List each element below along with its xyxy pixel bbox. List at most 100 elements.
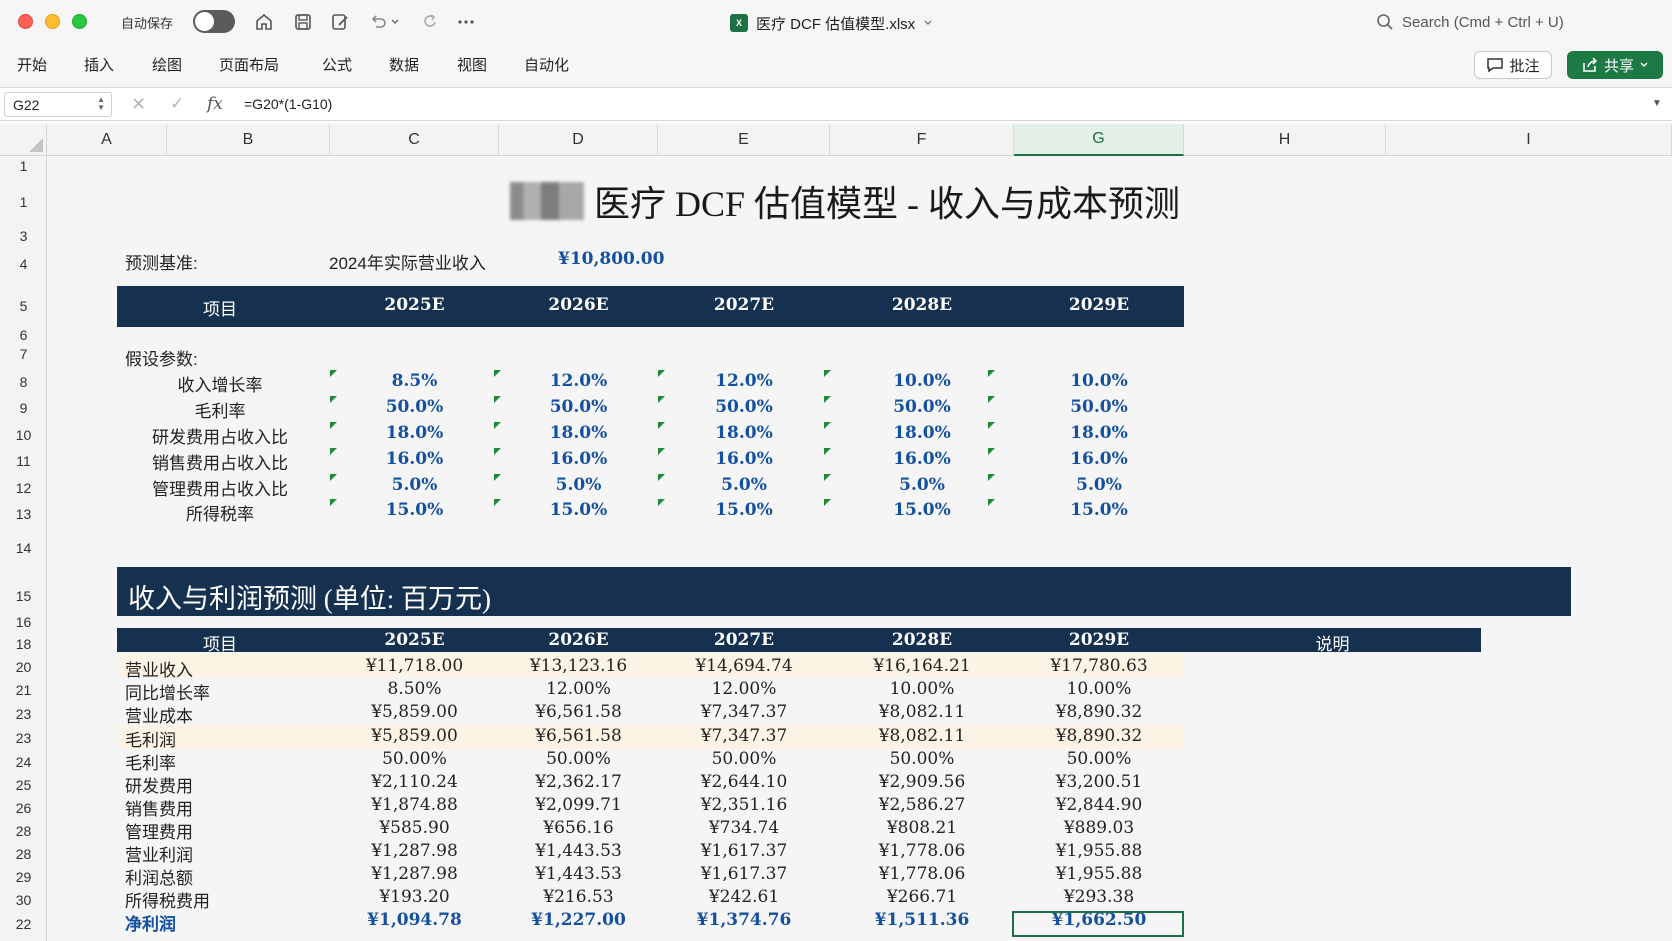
assumption-value[interactable]: 10.0% <box>830 371 1014 391</box>
forecast-cell[interactable]: 50.00% <box>499 749 658 769</box>
forecast-cell[interactable]: ¥585.90 <box>330 818 499 838</box>
forecast-cell[interactable]: ¥2,351.16 <box>658 795 830 815</box>
cancel-formula-icon[interactable]: ✕ <box>131 94 146 115</box>
undo-icon[interactable] <box>366 10 390 34</box>
row-header[interactable]: 14 <box>0 540 47 556</box>
assumption-value[interactable]: 50.0% <box>830 397 1014 417</box>
row-header[interactable]: 1 <box>0 194 47 210</box>
forecast-cell[interactable]: ¥266.71 <box>830 887 1014 907</box>
assumption-value[interactable]: 16.0% <box>1014 449 1184 469</box>
name-box[interactable]: G22 ▲ ▼ <box>4 92 112 117</box>
forecast-cell[interactable]: ¥2,099.71 <box>499 795 658 815</box>
minimize-window-button[interactable] <box>45 14 60 29</box>
assumption-value[interactable]: 16.0% <box>830 449 1014 469</box>
forecast-cell[interactable]: ¥2,110.24 <box>330 772 499 792</box>
row-header[interactable]: 23 <box>0 730 47 746</box>
row-header[interactable]: 18 <box>0 636 47 652</box>
row-header[interactable]: 13 <box>0 506 47 522</box>
formula-input[interactable]: =G20*(1-G10) <box>244 96 332 112</box>
forecast-cell[interactable]: 50.00% <box>1014 749 1184 769</box>
assumption-value[interactable]: 16.0% <box>499 449 658 469</box>
row-header[interactable]: 26 <box>0 800 47 816</box>
forecast-cell[interactable]: ¥6,561.58 <box>499 702 658 722</box>
forecast-cell[interactable]: ¥734.74 <box>658 818 830 838</box>
forecast-cell[interactable]: ¥242.61 <box>658 887 830 907</box>
forecast-cell[interactable]: ¥8,890.32 <box>1014 726 1184 746</box>
assumption-value[interactable]: 50.0% <box>1014 397 1184 417</box>
forecast-cell[interactable]: ¥1,227.00 <box>499 910 658 930</box>
forecast-cell[interactable]: ¥17,780.63 <box>1014 656 1184 676</box>
row-header[interactable]: 5 <box>0 298 47 314</box>
assumption-value[interactable]: 12.0% <box>658 371 830 391</box>
row-header[interactable]: 28 <box>0 846 47 862</box>
assumption-value[interactable]: 15.0% <box>1014 500 1184 520</box>
row-header[interactable]: 10 <box>0 427 47 443</box>
redo-icon[interactable] <box>418 10 442 34</box>
column-header-g[interactable]: G <box>1014 124 1184 156</box>
forecast-cell[interactable]: ¥6,561.58 <box>499 726 658 746</box>
forecast-cell[interactable]: 8.50% <box>330 679 499 699</box>
assumption-value[interactable]: 15.0% <box>499 500 658 520</box>
forecast-cell[interactable]: ¥1,443.53 <box>499 864 658 884</box>
assumption-value[interactable]: 18.0% <box>1014 423 1184 443</box>
forecast-cell[interactable]: ¥656.16 <box>499 818 658 838</box>
forecast-cell[interactable]: 10.00% <box>830 679 1014 699</box>
row-header[interactable]: 30 <box>0 892 47 908</box>
forecast-cell[interactable]: ¥3,200.51 <box>1014 772 1184 792</box>
comments-button[interactable]: 批注 <box>1474 51 1552 79</box>
forecast-cell[interactable]: ¥1,874.88 <box>330 795 499 815</box>
assumption-value[interactable]: 5.0% <box>830 475 1014 495</box>
forecast-cell[interactable]: ¥2,844.90 <box>1014 795 1184 815</box>
assumption-value[interactable]: 5.0% <box>499 475 658 495</box>
share-button[interactable]: 共享 <box>1567 51 1663 79</box>
zoom-window-button[interactable] <box>72 14 87 29</box>
tab-data[interactable]: 数据 <box>389 54 419 75</box>
tab-view[interactable]: 视图 <box>457 54 487 75</box>
tab-automate[interactable]: 自动化 <box>524 54 569 75</box>
forecast-cell[interactable]: ¥1,617.37 <box>658 841 830 861</box>
forecast-cell[interactable]: ¥8,082.11 <box>830 702 1014 722</box>
forecast-cell[interactable]: 12.00% <box>658 679 830 699</box>
forecast-cell[interactable]: ¥8,082.11 <box>830 726 1014 746</box>
document-title[interactable]: X 医疗 DCF 估值模型.xlsx <box>730 12 933 34</box>
forecast-cell[interactable]: ¥7,347.37 <box>658 726 830 746</box>
row-header[interactable]: 8 <box>0 374 47 390</box>
column-header-f[interactable]: F <box>830 124 1014 156</box>
forecast-cell[interactable]: 50.00% <box>658 749 830 769</box>
row-header[interactable]: 29 <box>0 869 47 885</box>
column-header-h[interactable]: H <box>1184 124 1386 156</box>
forecast-cell[interactable]: ¥7,347.37 <box>658 702 830 722</box>
assumption-value[interactable]: 15.0% <box>330 500 499 520</box>
column-header-b[interactable]: B <box>167 124 330 156</box>
assumption-value[interactable]: 18.0% <box>330 423 499 443</box>
row-header[interactable]: 22 <box>0 916 47 932</box>
forecast-cell[interactable]: ¥2,909.56 <box>830 772 1014 792</box>
row-header[interactable]: 3 <box>0 228 47 244</box>
undo-dropdown-chevron-down-icon[interactable] <box>388 10 402 34</box>
forecast-cell[interactable]: 12.00% <box>499 679 658 699</box>
forecast-cell[interactable]: ¥2,644.10 <box>658 772 830 792</box>
forecast-cell[interactable]: ¥216.53 <box>499 887 658 907</box>
row-header[interactable]: 11 <box>0 453 47 469</box>
forecast-cell[interactable]: ¥1,443.53 <box>499 841 658 861</box>
forecast-cell[interactable]: ¥14,694.74 <box>658 656 830 676</box>
more-options-icon[interactable] <box>454 10 478 34</box>
column-header-i[interactable]: I <box>1386 124 1672 156</box>
forecast-cell[interactable]: ¥13,123.16 <box>499 656 658 676</box>
assumption-value[interactable]: 5.0% <box>1014 475 1184 495</box>
tab-draw[interactable]: 绘图 <box>152 54 182 75</box>
assumption-value[interactable]: 50.0% <box>499 397 658 417</box>
forecast-cell[interactable]: ¥293.38 <box>1014 887 1184 907</box>
row-header[interactable]: 23 <box>0 706 47 722</box>
forecast-cell[interactable]: 50.00% <box>330 749 499 769</box>
assumption-value[interactable]: 15.0% <box>830 500 1014 520</box>
forecast-cell[interactable]: 50.00% <box>830 749 1014 769</box>
forecast-cell[interactable]: ¥1,955.88 <box>1014 841 1184 861</box>
close-window-button[interactable] <box>18 14 33 29</box>
forecast-cell[interactable]: ¥1,955.88 <box>1014 864 1184 884</box>
row-header[interactable]: 28 <box>0 823 47 839</box>
forecast-cell[interactable]: ¥1,778.06 <box>830 864 1014 884</box>
forecast-cell[interactable]: ¥1,617.37 <box>658 864 830 884</box>
assumption-value[interactable]: 50.0% <box>330 397 499 417</box>
assumption-value[interactable]: 16.0% <box>330 449 499 469</box>
